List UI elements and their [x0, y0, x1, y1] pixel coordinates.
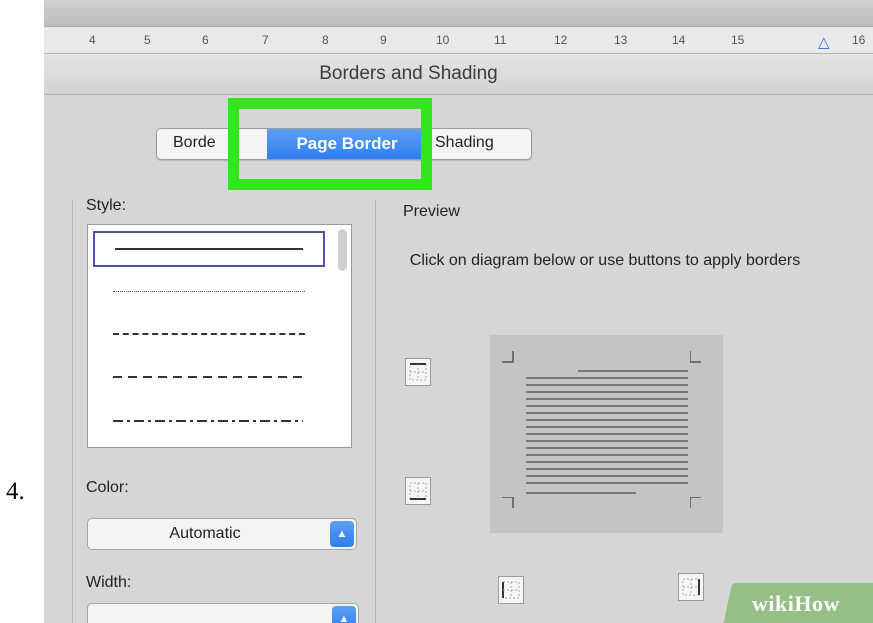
left-border-icon [502, 581, 520, 599]
dialog-title: Borders and Shading [319, 63, 498, 84]
text-line [526, 475, 688, 477]
dialog-screenshot: 4 5 6 7 8 9 10 11 12 13 14 15 16 △ Borde… [44, 0, 873, 623]
text-line [578, 370, 688, 372]
corner-mark-icon [502, 351, 514, 363]
right-border-icon [682, 578, 700, 596]
ruler-number: 15 [731, 33, 745, 47]
dash-line-icon [113, 376, 303, 378]
ruler-number: 10 [436, 33, 450, 47]
divider [72, 200, 73, 623]
ruler-number: 13 [614, 33, 628, 47]
text-line [526, 384, 688, 386]
text-line [526, 461, 688, 463]
color-select[interactable]: Automatic ▲ [87, 518, 357, 550]
dash-dot-line-icon [113, 420, 303, 422]
ruler-number: 16 [852, 33, 866, 47]
style-option-dash-dot[interactable] [93, 403, 325, 439]
text-line [526, 426, 688, 428]
text-line [526, 440, 688, 442]
preview-instructions: Click on diagram below or use buttons to… [409, 252, 801, 269]
text-line [526, 405, 688, 407]
ruler-number: 9 [380, 33, 387, 47]
text-line [526, 468, 688, 470]
tab-borders[interactable]: Borde [173, 134, 216, 152]
ruler-number: 6 [202, 33, 209, 47]
highlight-box [228, 98, 432, 190]
corner-mark-icon [502, 497, 514, 508]
ruler-number: 8 [322, 33, 329, 47]
step-number: 4. [6, 478, 25, 505]
tab-shading[interactable]: Shading [435, 134, 494, 152]
ruler-number: 7 [262, 33, 269, 47]
preview-diagram[interactable] [490, 335, 723, 533]
text-line [526, 454, 688, 456]
scrollbar-thumb[interactable] [338, 229, 347, 271]
ruler-number: 14 [672, 33, 686, 47]
toolbar-strip [44, 0, 873, 27]
preview-label: Preview [403, 203, 460, 220]
text-line [526, 492, 636, 494]
top-border-icon [409, 363, 427, 381]
divider [375, 200, 376, 623]
dialog-titlebar: Borders and Shading [44, 54, 873, 95]
chevron-updown-icon[interactable]: ▲ [332, 606, 356, 623]
corner-mark-icon [690, 497, 701, 508]
bottom-border-icon [409, 482, 427, 500]
text-line [526, 377, 688, 379]
style-option-dashed-small[interactable] [93, 315, 325, 351]
left-border-button[interactable] [498, 576, 524, 604]
indent-marker-icon[interactable]: △ [818, 33, 830, 51]
ruler-number: 11 [494, 33, 507, 47]
top-border-button[interactable] [405, 358, 431, 386]
style-label: Style: [86, 197, 127, 214]
ruler: 4 5 6 7 8 9 10 11 12 13 14 15 16 △ [44, 27, 873, 54]
text-line [526, 482, 688, 484]
chevron-updown-icon[interactable]: ▲ [330, 521, 354, 547]
color-label: Color: [86, 479, 129, 496]
text-line [526, 419, 688, 421]
width-label: Width: [86, 574, 132, 591]
corner-mark-icon [690, 351, 701, 363]
ruler-number: 12 [554, 33, 568, 47]
text-line [526, 398, 688, 400]
style-option-dotted[interactable] [93, 273, 325, 309]
watermark-logo: wikiHow [752, 591, 840, 616]
style-option-dashed-medium[interactable] [93, 359, 325, 395]
text-line [526, 447, 688, 449]
text-line [526, 391, 688, 393]
right-border-button[interactable] [678, 573, 704, 601]
style-list[interactable] [87, 224, 352, 448]
ruler-number: 4 [89, 33, 96, 47]
style-option-solid[interactable] [93, 231, 325, 267]
text-line [526, 412, 688, 414]
color-value: Automatic [169, 525, 241, 542]
ruler-number: 5 [144, 33, 151, 47]
bottom-border-button[interactable] [405, 477, 431, 505]
width-select[interactable]: ▲ [87, 603, 359, 623]
text-line [526, 433, 688, 435]
